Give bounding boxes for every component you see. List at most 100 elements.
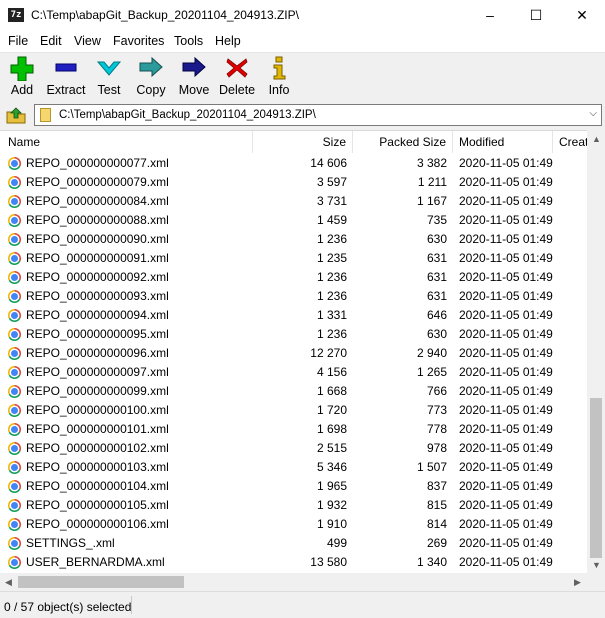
file-row[interactable]: REPO_000000000092.xml 1 236 631 2020-11-05 …	[0, 268, 587, 287]
file-row[interactable]: REPO_000000000091.xml 1 235 631 2020-11-05 …	[0, 249, 587, 268]
file-modified: 2020-11-05 01:49	[459, 346, 553, 360]
file-packed-size: 631	[426, 270, 447, 284]
file-row[interactable]: REPO_000000000084.xml 3 731 1 167 2020-11-0…	[0, 192, 587, 211]
move-label: Move	[178, 83, 210, 97]
close-button[interactable]: ✕	[559, 0, 605, 30]
file-row[interactable]: REPO_000000000095.xml 1 236 630 2020-11-05 …	[0, 325, 587, 344]
file-row[interactable]: USER_BERNARDMA.xml 13 580 1 340 2020-11-05 …	[0, 553, 587, 572]
maximize-button[interactable]: ☐	[513, 0, 559, 30]
file-name: REPO_000000000097.xml	[26, 365, 169, 379]
column-header-created[interactable]: Creat	[553, 131, 587, 153]
file-row[interactable]: REPO_000000000090.xml 1 236 630 2020-11-05 …	[0, 230, 587, 249]
file-size: 4 156	[316, 365, 347, 379]
file-row[interactable]: REPO_000000000077.xml 14 606 3 382 2020-11-…	[0, 154, 587, 173]
menu-view[interactable]: View	[74, 34, 101, 48]
xml-file-icon	[8, 442, 21, 455]
file-size: 1 236	[316, 327, 347, 341]
up-folder-icon[interactable]	[5, 105, 27, 125]
column-header-name[interactable]: Name	[0, 131, 253, 153]
horizontal-scroll-thumb[interactable]	[18, 576, 184, 588]
file-list[interactable]: Name Size Packed Size Modified Creat REP…	[0, 130, 587, 574]
file-name: REPO_000000000094.xml	[26, 308, 169, 322]
vertical-scrollbar[interactable]: ▲ ▼	[587, 130, 605, 573]
extract-button[interactable]: Extract	[44, 55, 88, 97]
info-button[interactable]: Info	[267, 55, 291, 97]
file-name: REPO_000000000102.xml	[26, 441, 169, 455]
file-size: 14 606	[310, 156, 347, 170]
file-size: 1 698	[316, 422, 347, 436]
menu-edit[interactable]: Edit	[40, 34, 62, 48]
file-row[interactable]: REPO_000000000106.xml 1 910 814 2020-11-05 …	[0, 515, 587, 534]
file-packed-size: 1 507	[416, 460, 447, 474]
file-name: REPO_000000000095.xml	[26, 327, 169, 341]
file-modified: 2020-11-05 01:49	[459, 517, 553, 531]
file-row[interactable]: REPO_000000000100.xml 1 720 773 2020-11-05 …	[0, 401, 587, 420]
menu-favorites[interactable]: Favorites	[113, 34, 164, 48]
delete-button[interactable]: Delete	[219, 55, 255, 97]
file-packed-size: 978	[426, 441, 447, 455]
file-row[interactable]: REPO_000000000101.xml 1 698 778 2020-11-05 …	[0, 420, 587, 439]
file-row[interactable]: REPO_000000000104.xml 1 965 837 2020-11-05 …	[0, 477, 587, 496]
info-icon	[273, 56, 286, 80]
copy-button[interactable]: Copy	[135, 55, 167, 97]
file-row[interactable]: REPO_000000000096.xml 12 270 2 940 2020-11-…	[0, 344, 587, 363]
scroll-left-icon[interactable]: ◀	[5, 577, 12, 588]
move-arrow-icon	[182, 56, 206, 78]
file-row[interactable]: REPO_000000000099.xml 1 668 766 2020-11-05 …	[0, 382, 587, 401]
file-modified: 2020-11-05 01:49	[459, 498, 553, 512]
status-bar: 0 / 57 object(s) selected	[0, 591, 605, 618]
file-row[interactable]: REPO_000000000088.xml 1 459 735 2020-11-05 …	[0, 211, 587, 230]
file-name: REPO_000000000079.xml	[26, 175, 169, 189]
file-size: 1 236	[316, 232, 347, 246]
xml-file-icon	[8, 537, 21, 550]
file-row[interactable]: REPO_000000000102.xml 2 515 978 2020-11-05 …	[0, 439, 587, 458]
file-packed-size: 631	[426, 289, 447, 303]
file-packed-size: 1 265	[416, 365, 447, 379]
file-row[interactable]: REPO_000000000105.xml 1 932 815 2020-11-05 …	[0, 496, 587, 515]
file-modified: 2020-11-05 01:49	[459, 251, 553, 265]
path-combobox[interactable]: C:\Temp\abapGit_Backup_20201104_204913.Z…	[34, 104, 602, 126]
xml-file-icon	[8, 328, 21, 341]
add-button[interactable]: Add	[8, 55, 36, 97]
path-text: C:\Temp\abapGit_Backup_20201104_204913.Z…	[59, 109, 316, 121]
file-row[interactable]: REPO_000000000093.xml 1 236 631 2020-11-05 …	[0, 287, 587, 306]
minimize-button[interactable]: –	[467, 0, 513, 30]
scroll-up-icon[interactable]: ▲	[592, 134, 601, 144]
xml-file-icon	[8, 176, 21, 189]
scroll-down-icon[interactable]: ▼	[592, 560, 601, 570]
file-modified: 2020-11-05 01:49	[459, 270, 553, 284]
file-row[interactable]: REPO_000000000103.xml 5 346 1 507 2020-11-0…	[0, 458, 587, 477]
copy-arrow-icon	[139, 56, 163, 78]
column-header-packed-size[interactable]: Packed Size	[353, 131, 453, 153]
file-packed-size: 773	[426, 403, 447, 417]
file-packed-size: 778	[426, 422, 447, 436]
column-header-size[interactable]: Size	[253, 131, 353, 153]
vertical-scroll-thumb[interactable]	[590, 398, 602, 558]
xml-file-icon	[8, 290, 21, 303]
file-packed-size: 646	[426, 308, 447, 322]
file-row[interactable]: REPO_000000000097.xml 4 156 1 265 2020-11-0…	[0, 363, 587, 382]
file-modified: 2020-11-05 01:49	[459, 194, 553, 208]
move-button[interactable]: Move	[177, 55, 211, 97]
menu-tools[interactable]: Tools	[174, 34, 203, 48]
horizontal-scrollbar[interactable]: ◀ ▶	[0, 573, 605, 591]
file-name: REPO_000000000090.xml	[26, 232, 169, 246]
file-size: 13 580	[310, 555, 347, 569]
file-size: 1 236	[316, 289, 347, 303]
column-header-modified[interactable]: Modified	[453, 131, 553, 153]
menu-file[interactable]: File	[8, 34, 28, 48]
file-packed-size: 1 340	[416, 555, 447, 569]
file-size: 1 459	[316, 213, 347, 227]
file-modified: 2020-11-05 01:49	[459, 213, 553, 227]
file-row[interactable]: REPO_000000000079.xml 3 597 1 211 2020-11-0…	[0, 173, 587, 192]
file-row[interactable]: SETTINGS_.xml 499 269 2020-11-05 01:49	[0, 534, 587, 553]
file-modified: 2020-11-05 01:49	[459, 327, 553, 341]
menu-help[interactable]: Help	[215, 34, 241, 48]
file-row[interactable]: REPO_000000000094.xml 1 331 646 2020-11-05 …	[0, 306, 587, 325]
test-button[interactable]: Test	[94, 55, 124, 97]
scroll-right-icon[interactable]: ▶	[574, 577, 581, 588]
xml-file-icon	[8, 366, 21, 379]
file-packed-size: 766	[426, 384, 447, 398]
xml-file-icon	[8, 309, 21, 322]
chevron-down-icon[interactable]: ⌵	[589, 108, 597, 119]
